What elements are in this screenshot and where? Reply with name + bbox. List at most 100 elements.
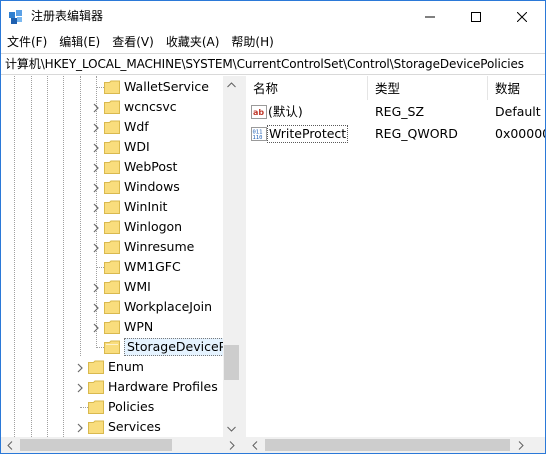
tree-scroll-thumb[interactable] xyxy=(224,345,239,380)
tree-guide-line xyxy=(80,407,88,408)
maximize-button[interactable] xyxy=(453,1,499,32)
list-header: 名称 类型 数据 xyxy=(246,76,545,101)
chevron-right-icon xyxy=(518,440,524,450)
tree-item-label: WDI xyxy=(124,139,150,154)
tree-guide-line xyxy=(96,87,104,88)
tree-item-label: Services xyxy=(108,419,161,434)
scroll-down-button[interactable] xyxy=(223,420,240,437)
value-data: 0x000000 xyxy=(495,126,545,141)
tree-guide-line xyxy=(96,347,104,348)
value-row[interactable]: ab (默认) REG_SZ Default xyxy=(246,101,545,123)
address-path[interactable]: 计算机\HKEY_LOCAL_MACHINE\SYSTEM\CurrentCon… xyxy=(5,57,524,72)
tree-item[interactable]: WDI xyxy=(1,137,239,157)
minimize-button[interactable] xyxy=(407,1,453,32)
folder-icon xyxy=(104,340,120,354)
scroll-right-button[interactable] xyxy=(223,437,240,453)
column-header-name[interactable]: 名称 xyxy=(253,81,278,97)
scroll-right-button[interactable] xyxy=(512,437,529,453)
tree-item-label: WebPost xyxy=(124,159,178,174)
tree-item[interactable]: WM1GFC xyxy=(1,257,239,277)
expand-chevron-icon[interactable] xyxy=(75,362,85,373)
tree-item[interactable]: Winresume xyxy=(1,237,239,257)
tree-item[interactable]: StorageDevicePo xyxy=(1,337,239,357)
column-header-type[interactable]: 类型 xyxy=(375,81,400,97)
menu-favorites[interactable]: 收藏夹(A) xyxy=(160,32,226,53)
expand-chevron-icon[interactable] xyxy=(91,142,101,153)
expand-chevron-icon[interactable] xyxy=(91,322,101,333)
menu-view[interactable]: 查看(V) xyxy=(106,32,160,53)
expand-chevron-icon[interactable] xyxy=(91,102,101,113)
key-tree-pane[interactable]: WalletService wcncsvc Wdf WDI WebPost Windows… xyxy=(1,76,240,437)
menu-help[interactable]: 帮助(H) xyxy=(225,32,279,53)
scroll-up-button[interactable] xyxy=(223,76,240,93)
folder-icon xyxy=(104,320,120,334)
tree-item-label: WinInit xyxy=(124,199,168,214)
title-bar[interactable]: 注册表编辑器 xyxy=(1,1,545,32)
expand-chevron-icon[interactable] xyxy=(91,122,101,133)
string-value-icon: ab xyxy=(251,104,267,120)
menu-file[interactable]: 文件(F) xyxy=(1,32,53,53)
tree-item[interactable]: Enum xyxy=(1,357,239,377)
window-title: 注册表编辑器 xyxy=(31,9,104,23)
registry-editor-window: 注册表编辑器 文件(F) 编辑(E) 查看(V) 收藏夹(A) 帮助(H) 计算… xyxy=(0,0,546,454)
chevron-left-icon xyxy=(6,440,12,450)
list-hscroll-thumb[interactable] xyxy=(265,439,510,451)
address-bar[interactable]: 计算机\HKEY_LOCAL_MACHINE\SYSTEM\CurrentCon… xyxy=(1,53,545,75)
tree-item-label: StorageDevicePo xyxy=(124,338,237,356)
value-name: (默认) xyxy=(268,104,303,119)
column-header-data[interactable]: 数据 xyxy=(495,81,520,97)
values-list-pane[interactable]: 名称 类型 数据 ab (默认) REG_SZ Default 011 110 … xyxy=(246,76,545,437)
tree-item-label: WorkplaceJoin xyxy=(124,299,213,314)
tree-item-label: Winresume xyxy=(124,239,195,254)
chevron-up-icon xyxy=(227,81,236,87)
tree-item-label: Wdf xyxy=(124,119,149,134)
tree-item-label: Winlogon xyxy=(124,219,183,234)
expand-chevron-icon[interactable] xyxy=(91,182,101,193)
folder-icon xyxy=(88,360,104,374)
value-row[interactable]: 011 110 WriteProtect REG_QWORD 0x000000 xyxy=(246,123,545,145)
folder-icon xyxy=(104,100,120,114)
tree-item[interactable]: Windows xyxy=(1,177,239,197)
expand-chevron-icon[interactable] xyxy=(91,282,101,293)
expand-chevron-icon[interactable] xyxy=(91,302,101,313)
scroll-left-button[interactable] xyxy=(1,437,18,453)
tree-item-label: Hardware Profiles xyxy=(108,379,218,394)
tree-item-label: Policies xyxy=(108,399,155,414)
tree-item[interactable]: Services xyxy=(1,417,239,437)
expand-chevron-icon[interactable] xyxy=(91,222,101,233)
tree-item[interactable]: Policies xyxy=(1,397,239,417)
tree-item[interactable]: WMI xyxy=(1,277,239,297)
tree-item[interactable]: WorkplaceJoin xyxy=(1,297,239,317)
column-divider[interactable] xyxy=(367,76,368,100)
scroll-left-button[interactable] xyxy=(246,437,263,453)
column-divider[interactable] xyxy=(487,76,488,100)
tree-item[interactable]: Hardware Profiles xyxy=(1,377,239,397)
tree-item[interactable]: WPN xyxy=(1,317,239,337)
tree-item[interactable]: WinInit xyxy=(1,197,239,217)
tree-item-label: Enum xyxy=(108,359,144,374)
menu-edit[interactable]: 编辑(E) xyxy=(53,32,106,53)
list-horizontal-scrollbar[interactable] xyxy=(246,437,529,453)
tree-item[interactable]: Wdf xyxy=(1,117,239,137)
maximize-icon xyxy=(471,11,481,22)
expand-chevron-icon[interactable] xyxy=(75,382,85,393)
tree-item[interactable]: wcncsvc xyxy=(1,97,239,117)
expand-chevron-icon[interactable] xyxy=(91,162,101,173)
tree-item[interactable]: WebPost xyxy=(1,157,239,177)
expand-chevron-icon[interactable] xyxy=(75,422,85,433)
binary-value-icon: 011 110 xyxy=(251,126,267,142)
value-data: Default xyxy=(495,104,541,119)
tree-item[interactable]: WalletService xyxy=(1,77,239,97)
tree-item[interactable]: Winlogon xyxy=(1,217,239,237)
close-button[interactable] xyxy=(499,1,545,32)
tree-item-label: WPN xyxy=(124,319,154,334)
expand-chevron-icon[interactable] xyxy=(91,242,101,253)
tree-horizontal-scrollbar[interactable] xyxy=(1,437,240,453)
tree-vertical-scrollbar[interactable] xyxy=(223,76,240,437)
svg-text:110: 110 xyxy=(253,135,263,141)
folder-icon xyxy=(104,240,120,254)
tree-hscroll-thumb[interactable] xyxy=(20,439,172,451)
tree-item-label: WM1GFC xyxy=(124,259,181,274)
folder-icon xyxy=(104,280,120,294)
expand-chevron-icon[interactable] xyxy=(91,202,101,213)
